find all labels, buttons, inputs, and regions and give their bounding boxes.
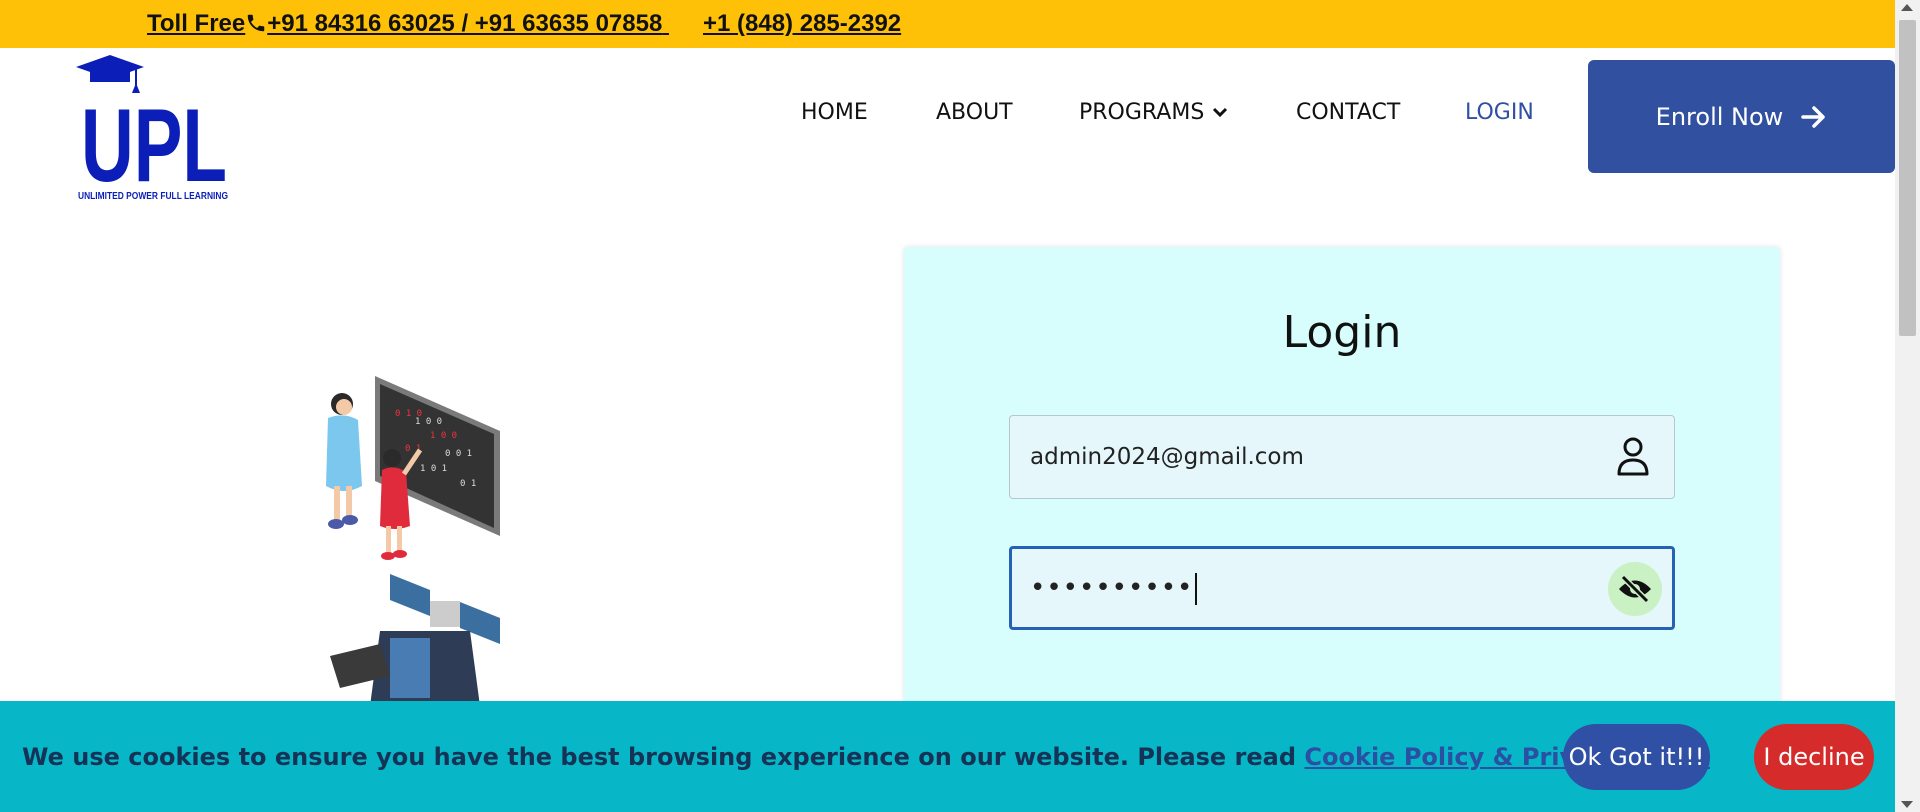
chevron-down-icon xyxy=(1213,107,1228,118)
login-title: Login xyxy=(1282,307,1402,358)
login-card: Login admin2024@gmail.com •••••••••• xyxy=(904,247,1780,767)
scroll-thumb[interactable] xyxy=(1899,20,1916,336)
cookie-consent-bar: We use cookies to ensure you have the be… xyxy=(0,701,1895,812)
logo-tagline: UNLIMITED POWER FULL LEARNING xyxy=(78,191,228,202)
toggle-password-visibility-button[interactable] xyxy=(1608,562,1662,616)
scroll-down-arrow-icon[interactable] xyxy=(1901,801,1913,808)
nav-home[interactable]: HOME xyxy=(801,100,868,125)
phone-icon xyxy=(248,14,265,32)
password-masked: •••••••••• xyxy=(1030,573,1194,603)
nav-programs[interactable]: PROGRAMS xyxy=(1079,100,1228,125)
scroll-up-arrow-icon[interactable] xyxy=(1901,4,1913,11)
enroll-now-label: Enroll Now xyxy=(1655,102,1784,131)
svg-text:1 0 0: 1 0 0 xyxy=(430,431,457,441)
india-phone-numbers: +91 84316 63025 / +91 63635 07858 xyxy=(267,10,663,37)
nav-about[interactable]: ABOUT xyxy=(936,100,1013,125)
svg-text:0 1: 0 1 xyxy=(460,479,476,489)
logo-letters: UPL xyxy=(81,88,227,203)
email-field[interactable]: admin2024@gmail.com xyxy=(1009,415,1675,499)
learning-illustration: 0 1 01 0 00 1 1 0 00 0 11 0 10 1 xyxy=(326,376,500,706)
page-scrollbar[interactable] xyxy=(1895,0,1920,812)
svg-text:1 0 0: 1 0 0 xyxy=(415,417,442,427)
us-phone-link[interactable]: +1 (848) 285-2392 xyxy=(703,10,901,37)
eye-slash-icon xyxy=(1619,574,1651,604)
svg-text:1 0 1: 1 0 1 xyxy=(420,464,447,474)
nav-programs-label: PROGRAMS xyxy=(1079,100,1205,125)
upl-logo[interactable]: UPL UNLIMITED POWER FULL LEARNING xyxy=(76,53,230,203)
toll-free-link[interactable]: Toll Free +91 84316 63025 / +91 63635 078… xyxy=(147,10,669,37)
cookie-message: We use cookies to ensure you have the be… xyxy=(22,743,1710,771)
contact-links: Toll Free +91 84316 63025 / +91 63635 078… xyxy=(147,10,901,38)
password-field[interactable]: •••••••••• xyxy=(1009,546,1675,630)
password-value: •••••••••• xyxy=(1030,549,1198,627)
svg-text:0 0 1: 0 0 1 xyxy=(445,449,472,459)
nav-login[interactable]: LOGIN xyxy=(1465,100,1534,125)
page: Toll Free +91 84316 63025 / +91 63635 078… xyxy=(0,0,1920,812)
enroll-now-button[interactable]: Enroll Now xyxy=(1588,60,1895,173)
arrow-right-icon xyxy=(1801,105,1826,128)
nav-contact[interactable]: CONTACT xyxy=(1296,100,1400,125)
email-value: admin2024@gmail.com xyxy=(1030,444,1304,470)
cookie-decline-button[interactable]: I decline xyxy=(1754,724,1874,790)
text-caret xyxy=(1195,572,1198,605)
user-icon xyxy=(1617,437,1649,476)
site-header: UPL UNLIMITED POWER FULL LEARNING HOME A… xyxy=(0,48,1895,208)
cookie-accept-button[interactable]: Ok Got it!!! xyxy=(1563,724,1710,790)
cookie-message-text: We use cookies to ensure you have the be… xyxy=(22,743,1297,771)
toll-free-label: Toll Free xyxy=(147,10,246,37)
top-contact-bar: Toll Free +91 84316 63025 / +91 63635 078… xyxy=(0,0,1895,48)
